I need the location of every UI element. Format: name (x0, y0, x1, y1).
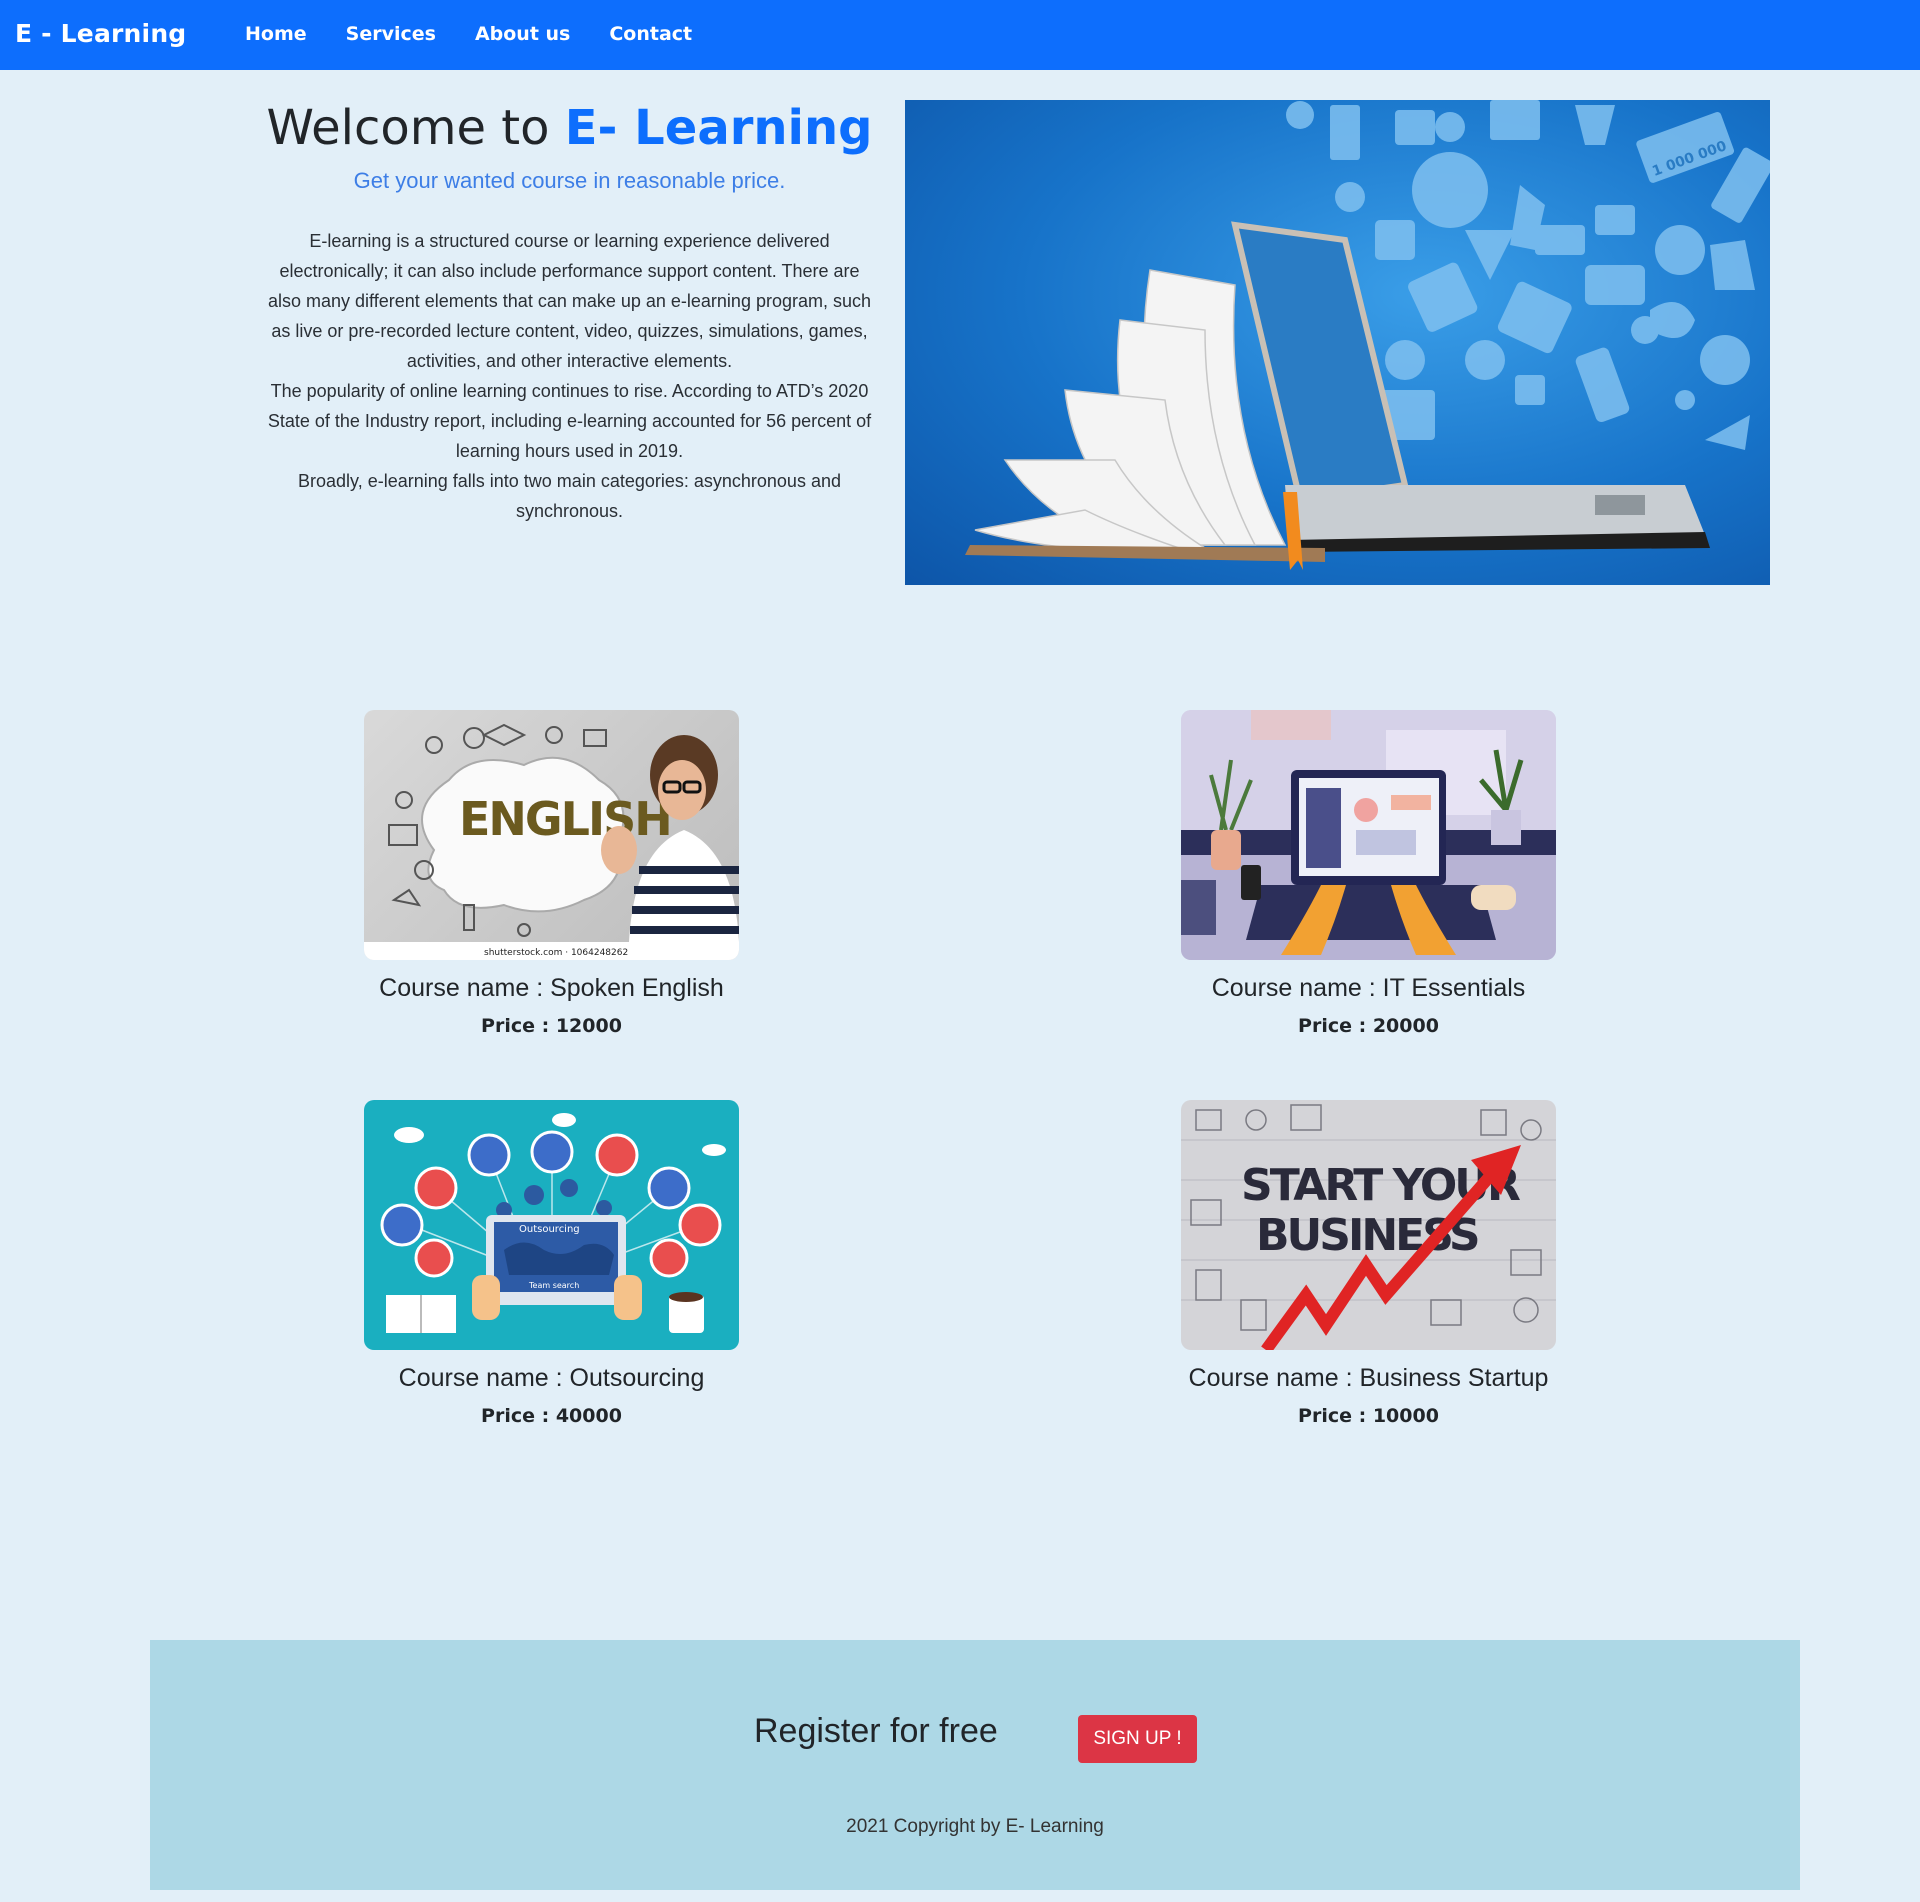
hero-section: Welcome to E- Learning Get your wanted c… (262, 100, 877, 526)
course-card-it-essentials[interactable]: Course name : IT Essentials Price : 2000… (1181, 710, 1556, 1037)
course-image-it (1181, 710, 1556, 960)
course-image-business: START YOUR BUSINESS (1181, 1100, 1556, 1350)
nav-links: Home Services About us Contact (245, 23, 731, 45)
course-name: Course name : Spoken English (379, 974, 724, 1002)
outsourcing-image-text: Outsourcing (519, 1224, 580, 1235)
course-card-outsourcing[interactable]: Outsourcing Team search Course name : Ou… (364, 1100, 739, 1427)
course-name: Course name : Business Startup (1188, 1364, 1549, 1392)
navbar: E - Learning Home Services About us Cont… (0, 0, 1920, 70)
outsourcing-image-caption: Team search (528, 1281, 579, 1290)
hero-description: E-learning is a structured course or lea… (262, 226, 877, 526)
nav-link-about[interactable]: About us (475, 23, 570, 45)
laptop-book-illustration: 1 000 000 (965, 100, 1770, 570)
outsourcing-illustration: Outsourcing Team search (380, 1113, 726, 1333)
nav-link-home[interactable]: Home (245, 23, 307, 45)
course-price: Price : 20000 (1298, 1015, 1439, 1037)
register-heading: Register for free (754, 1712, 998, 1750)
hero-subtitle: Get your wanted course in reasonable pri… (353, 167, 786, 193)
it-laptop-illustration (1181, 710, 1556, 960)
hero-paragraph-1: E-learning is a structured course or lea… (268, 230, 871, 371)
course-image-outsourcing: Outsourcing Team search (364, 1100, 739, 1350)
course-card-spoken-english[interactable]: ENGLISH shutterstock.com · 1064248262 Co… (364, 710, 739, 1037)
hero-paragraph-3: Broadly, e-learning falls into two main … (298, 470, 841, 521)
footer: Register for free SIGN UP ! 2021 Copyrig… (150, 1640, 1800, 1890)
course-name: Course name : Outsourcing (398, 1364, 705, 1392)
english-image-text: ENGLISH (459, 792, 671, 846)
english-image-caption: shutterstock.com · 1064248262 (484, 948, 628, 958)
course-card-business-startup[interactable]: START YOUR BUSINESS Course name : Busine… (1181, 1100, 1556, 1427)
hero-paragraph-2: The popularity of online learning contin… (267, 380, 872, 461)
business-startup-illustration: START YOUR BUSINESS (1181, 1104, 1556, 1350)
hero-title-prefix: Welcome to (266, 100, 550, 156)
english-illustration: ENGLISH shutterstock.com · 1064248262 (364, 723, 739, 960)
copyright-text: 2021 Copyright by E- Learning (846, 1816, 1104, 1837)
course-price: Price : 12000 (481, 1015, 622, 1037)
course-price: Price : 10000 (1298, 1405, 1439, 1427)
course-name: Course name : IT Essentials (1211, 974, 1526, 1002)
nav-link-services[interactable]: Services (346, 23, 436, 45)
brand-logo[interactable]: E - Learning (15, 19, 186, 48)
nav-link-contact[interactable]: Contact (609, 23, 692, 45)
hero-title-accent: E- Learning (564, 100, 873, 156)
course-image-english: ENGLISH shutterstock.com · 1064248262 (364, 710, 739, 960)
hero-title: Welcome to E- Learning (262, 100, 877, 158)
signup-button[interactable]: SIGN UP ! (1078, 1715, 1197, 1763)
hero-image-laptop-book: 1 000 000 (905, 100, 1770, 585)
course-price: Price : 40000 (481, 1405, 622, 1427)
